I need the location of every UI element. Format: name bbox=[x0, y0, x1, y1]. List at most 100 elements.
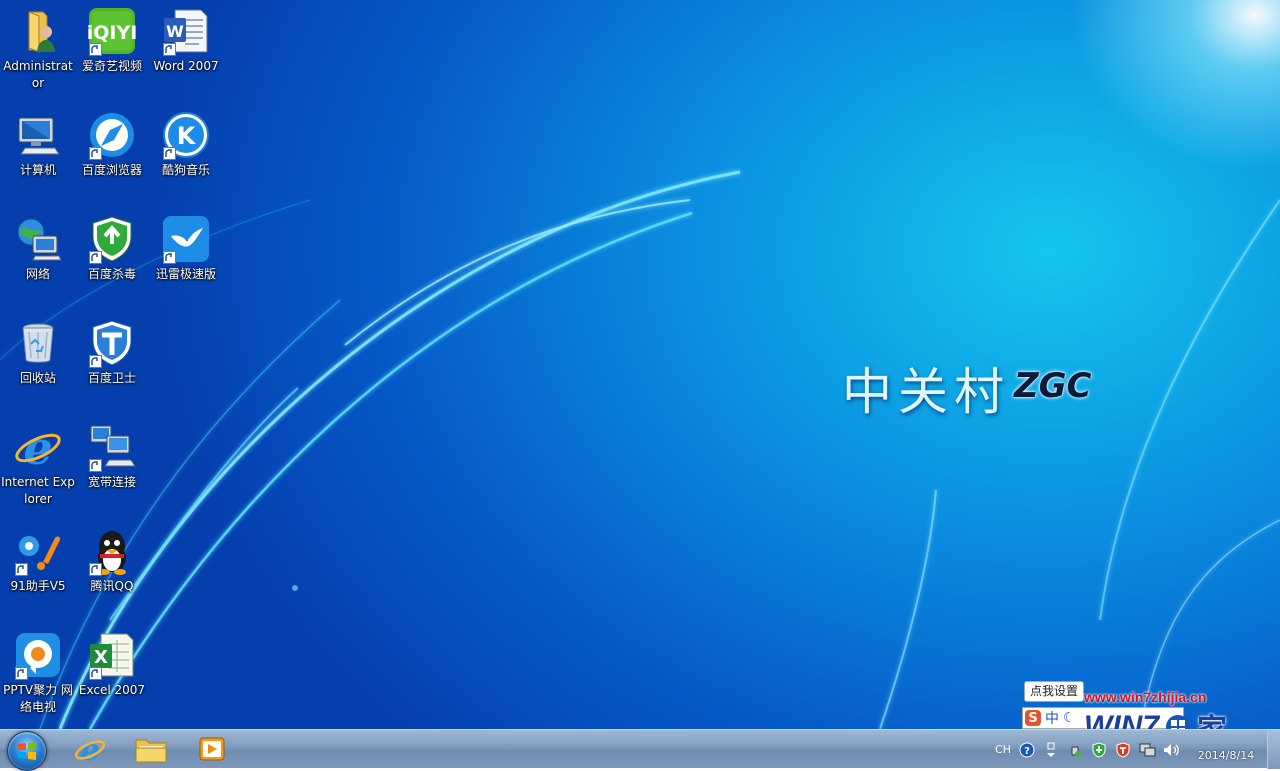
icon-label: 宽带连接 bbox=[87, 475, 136, 489]
media-player-icon bbox=[199, 737, 225, 761]
icon-label: 百度杀毒 bbox=[87, 267, 136, 281]
help-icon[interactable]: ? bbox=[1017, 740, 1037, 760]
91-assistant-icon bbox=[13, 526, 63, 576]
icon-label: 百度浏览器 bbox=[81, 163, 142, 177]
desktop[interactable]: Administrator 计算机 网络 回收站 e Internet Expl… bbox=[0, 0, 1280, 729]
desktop-icon-qq[interactable]: 腾讯QQ bbox=[74, 520, 150, 624]
icon-label: 酷狗音乐 bbox=[161, 163, 210, 177]
icon-label: Word 2007 bbox=[153, 59, 219, 73]
internet-explorer-icon: e bbox=[13, 421, 63, 475]
wallpaper-brand-cn: 中关村 bbox=[842, 363, 1010, 421]
taskbar-media-player[interactable] bbox=[190, 732, 234, 766]
language-bar-options-icon[interactable] bbox=[1041, 740, 1061, 760]
internet-explorer-icon: e bbox=[74, 733, 106, 765]
baidu-browser-icon bbox=[87, 110, 137, 160]
user-folder-icon bbox=[13, 6, 63, 56]
shortcut-arrow-icon bbox=[163, 147, 176, 160]
desktop-icon-iqiyi[interactable]: iQIYI 爱奇艺视频 bbox=[74, 0, 150, 104]
icon-label: 网络 bbox=[25, 267, 50, 281]
shortcut-arrow-icon bbox=[89, 43, 102, 56]
desktop-icon-baidu-guard[interactable]: 百度卫士 bbox=[74, 312, 150, 416]
svg-text:K: K bbox=[177, 122, 197, 150]
desktop-icon-word2007[interactable]: W Word 2007 bbox=[148, 0, 224, 104]
start-button[interactable] bbox=[7, 731, 47, 771]
desktop-icon-broadband[interactable]: 宽带连接 bbox=[74, 416, 150, 520]
icon-label: 腾讯QQ bbox=[90, 579, 134, 593]
windows-logo-icon bbox=[18, 742, 36, 760]
desktop-icon-recycle-bin[interactable]: 回收站 bbox=[0, 312, 76, 416]
clock-time-area bbox=[1191, 737, 1261, 749]
antivirus-shield-icon[interactable] bbox=[1089, 740, 1109, 760]
desktop-icon-administrator[interactable]: Administrator bbox=[0, 0, 76, 104]
svg-text:e: e bbox=[80, 733, 99, 765]
svg-text:e: e bbox=[23, 422, 52, 472]
shortcut-arrow-icon bbox=[89, 147, 102, 160]
shortcut-arrow-icon bbox=[89, 251, 102, 264]
ime-tooltip: 点我设置 bbox=[1024, 681, 1085, 702]
ime-mode-toggle[interactable]: 中 bbox=[1045, 708, 1059, 728]
taskbar[interactable]: e CH ? 2014/8/14 bbox=[0, 729, 1280, 771]
clock-date: 2014/8/14 bbox=[1197, 748, 1255, 762]
desktop-icon-kugou[interactable]: K 酷狗音乐 bbox=[148, 104, 224, 208]
desktop-icon-excel2007[interactable]: X Excel 2007 bbox=[74, 624, 150, 728]
show-desktop-button[interactable] bbox=[1267, 730, 1280, 769]
excel-icon: X bbox=[87, 630, 137, 680]
svg-text:iQIYI: iQIYI bbox=[87, 22, 137, 44]
taskbar-file-explorer[interactable] bbox=[129, 732, 173, 766]
shortcut-arrow-icon bbox=[89, 667, 102, 680]
icon-label: Excel 2007 bbox=[78, 683, 146, 697]
desktop-icon-pptv[interactable]: PPTV聚力 网络电视 bbox=[0, 624, 76, 728]
shortcut-arrow-icon bbox=[163, 251, 176, 264]
shortcut-arrow-icon bbox=[15, 667, 28, 680]
desktop-icon-baidu-antivirus[interactable]: 百度杀毒 bbox=[74, 208, 150, 312]
network-icon bbox=[13, 214, 63, 264]
xunlei-bird-icon bbox=[161, 214, 211, 264]
watermark-logo-text: WIN7 bbox=[1084, 710, 1159, 729]
wallpaper-brand-en: ZGC bbox=[1014, 366, 1092, 406]
windows-flag-icon bbox=[1166, 715, 1190, 729]
shortcut-arrow-icon bbox=[89, 459, 102, 472]
desktop-icon-network[interactable]: 网络 bbox=[0, 208, 76, 312]
folder-icon bbox=[135, 739, 167, 763]
icon-label: Administrator bbox=[3, 59, 73, 90]
icon-label: 回收站 bbox=[19, 371, 56, 385]
computer-icon bbox=[13, 110, 63, 160]
svg-text:?: ? bbox=[1024, 746, 1030, 757]
taskbar-internet-explorer[interactable]: e bbox=[68, 732, 112, 766]
watermark-logo: WIN7 家 bbox=[1084, 705, 1227, 729]
desktop-icon-internet-explorer[interactable]: e Internet Explorer bbox=[0, 416, 76, 520]
system-tray[interactable]: CH ? 2014/8/14 bbox=[991, 730, 1280, 769]
language-indicator[interactable]: CH bbox=[993, 740, 1013, 760]
qq-penguin-icon bbox=[87, 526, 137, 576]
icon-label: 迅雷极速版 bbox=[155, 267, 216, 281]
baidu-guard-shield-icon bbox=[87, 318, 137, 368]
baidu-antivirus-shield-icon bbox=[87, 214, 137, 264]
shortcut-arrow-icon bbox=[163, 43, 176, 56]
show-hidden-icons-icon[interactable] bbox=[1065, 740, 1085, 760]
icon-label: 百度卫士 bbox=[87, 371, 136, 385]
icon-label: 爱奇艺视频 bbox=[81, 59, 142, 73]
desktop-icon-baidu-browser[interactable]: 百度浏览器 bbox=[74, 104, 150, 208]
taskbar-clock[interactable]: 2014/8/14 bbox=[1191, 737, 1261, 763]
desktop-icon-xunlei[interactable]: 迅雷极速版 bbox=[148, 208, 224, 312]
kugou-music-icon: K bbox=[161, 110, 211, 160]
pptv-icon bbox=[13, 630, 63, 680]
broadband-connection-icon bbox=[87, 422, 137, 472]
iqiyi-icon: iQIYI bbox=[87, 6, 137, 56]
watermark-url: www.win7zhijia.cn bbox=[1084, 689, 1207, 705]
recycle-bin-icon bbox=[13, 318, 63, 368]
svg-text:W: W bbox=[166, 22, 184, 41]
desktop-icon-computer[interactable]: 计算机 bbox=[0, 104, 76, 208]
icon-label: Internet Explorer bbox=[1, 475, 75, 506]
sogou-ime-icon[interactable]: S bbox=[1025, 710, 1041, 726]
desktop-icon-91-assistant[interactable]: 91助手V5 bbox=[0, 520, 76, 624]
shortcut-arrow-icon bbox=[89, 563, 102, 576]
icon-label: PPTV聚力 网络电视 bbox=[3, 683, 73, 714]
watermark-logo-suffix: 家 bbox=[1197, 705, 1227, 729]
icon-label: 计算机 bbox=[19, 163, 56, 177]
volume-icon[interactable] bbox=[1161, 740, 1181, 760]
security-guard-shield-icon[interactable] bbox=[1113, 740, 1133, 760]
network-status-icon[interactable] bbox=[1137, 740, 1157, 760]
icon-label: 91助手V5 bbox=[10, 579, 66, 593]
half-width-moon-icon[interactable]: ☾ bbox=[1063, 710, 1076, 726]
